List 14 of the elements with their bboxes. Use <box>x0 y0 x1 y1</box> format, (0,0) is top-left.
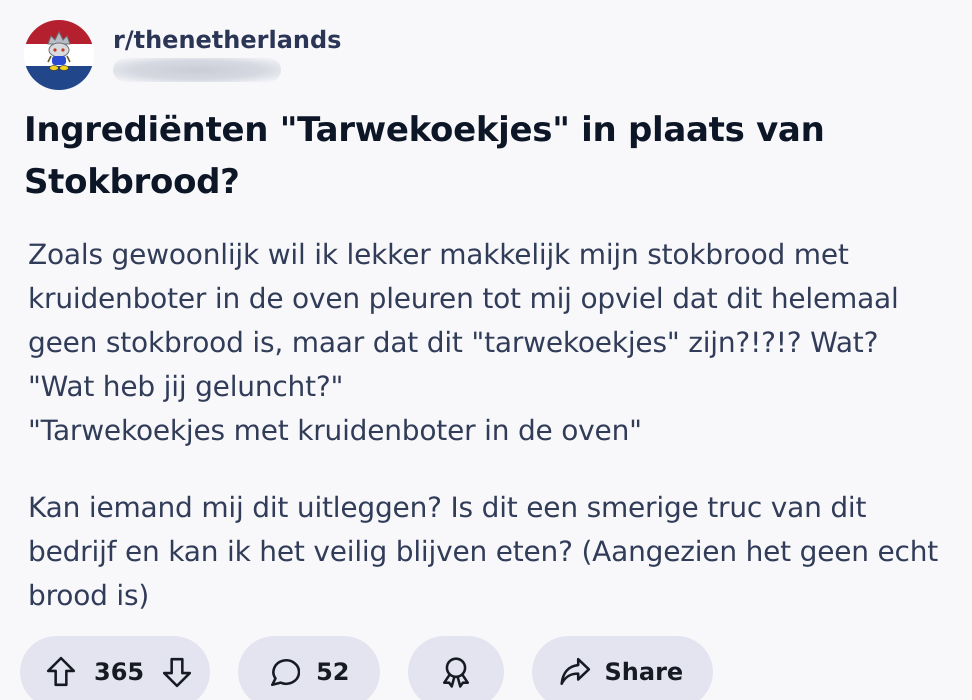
share-arrow-icon <box>558 656 591 688</box>
upvote-arrow-icon <box>45 656 77 688</box>
share-button[interactable]: Share <box>532 636 714 700</box>
comment-bubble-icon <box>268 656 300 688</box>
body-paragraph: Kan iemand mij dit uitleggen? Is dit een smerige truc van dit bedrijf en kan ik het veilig blijven eten? (Aangezien het geen echt brood is) <box>28 490 940 614</box>
post-title: Ingrediënten "Tarwekoekjes" in plaats van Stokbrood? <box>24 109 826 204</box>
community-avatar-icon <box>24 20 94 90</box>
body-paragraph: Zoals gewoonlijk wil ik lekker makkelijk mijn stokbrood met kruidenboter in de oven pleuren tot mij opviel dat dit helemaal geen stokbrood is, maar dat dit "tarwekoekjes" zijn?!?!? Wat? "Wat heb jij geluncht?" "Tarwekoekjes met kruidenboter in de oven" <box>28 237 900 449</box>
comments-button[interactable]: 52 <box>238 636 380 700</box>
downvote-button[interactable] <box>161 656 194 688</box>
vote-score: 365 <box>94 657 144 688</box>
downvote-arrow-icon <box>161 656 194 688</box>
upvote-button[interactable] <box>45 656 77 688</box>
subreddit-name[interactable]: r/thenetherlands <box>113 26 342 54</box>
